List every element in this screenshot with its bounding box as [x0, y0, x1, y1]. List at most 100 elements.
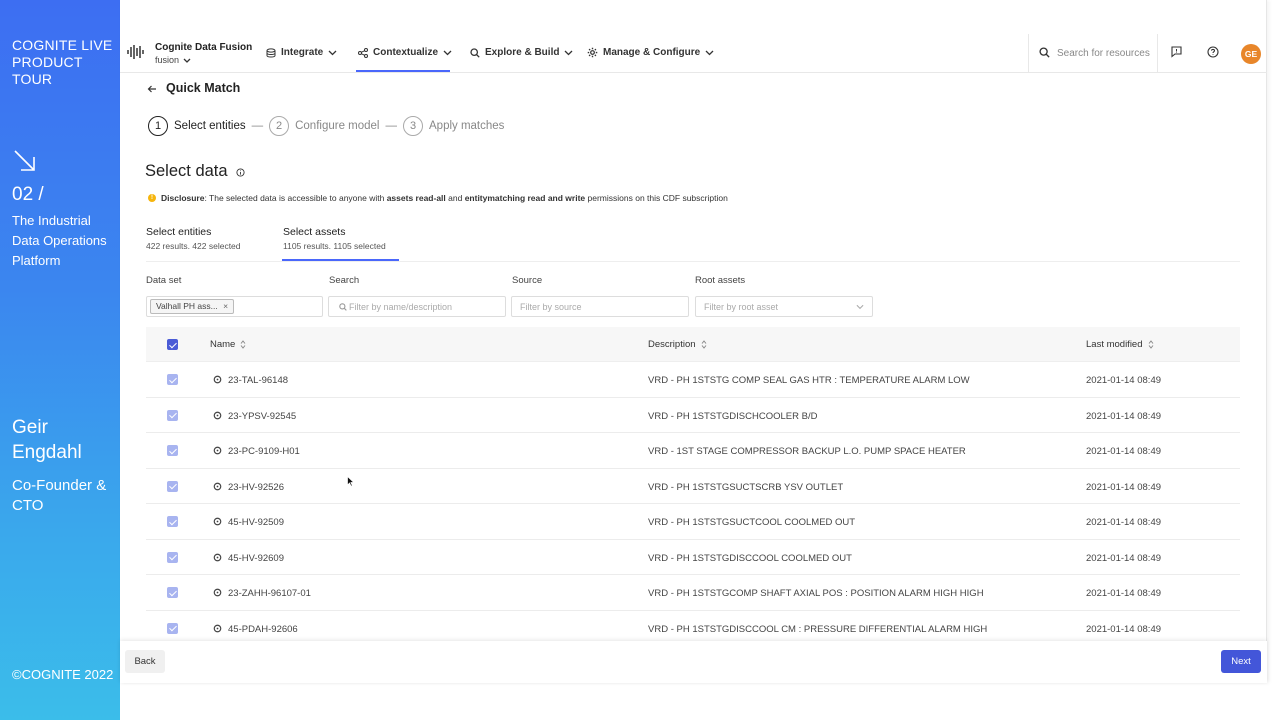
asset-last-modified: 2021-01-14 08:49 — [1086, 623, 1162, 635]
asset-description: VRD - PH 1STSTGSUCTCOOL COOLMED OUT — [648, 517, 856, 528]
table-row[interactable]: 45-HV-92609 VRD - PH 1STSTGDISCCOOL COOLM… — [146, 540, 1240, 575]
asset-icon — [213, 517, 222, 526]
asset-last-modified: 2021-01-14 08:49 — [1086, 446, 1162, 457]
arrow-left-icon[interactable] — [147, 84, 157, 94]
nav-integrate[interactable]: Integrate — [266, 47, 337, 58]
row-checkbox[interactable] — [167, 516, 178, 527]
source-filter-label: Source — [512, 275, 543, 286]
table-row[interactable]: 23-YPSV-92545 VRD - PH 1STSTGDISCHCOOLER … — [146, 398, 1240, 433]
asset-description: VRD - PH 1STSTGSUCTSCRB YSV OUTLET — [648, 481, 844, 493]
asset-description: VRD - PH 1STSTGCOMP SHAFT AXIAL POS : PO… — [648, 588, 984, 599]
asset-last-modified: 2021-01-14 08:49 — [1086, 517, 1162, 528]
name-search-placeholder: Filter by name/description — [349, 302, 453, 312]
tour-side-panel: COGNITE LIVE PRODUCT TOUR 02 / The Indus… — [0, 0, 120, 720]
wizard-footer: Back Next — [120, 641, 1267, 683]
step-label: Select entities — [174, 120, 246, 132]
step-select-entities[interactable]: 1 Select entities — [148, 116, 246, 136]
app-window: Cognite Data Fusion fusion Integrate Con… — [120, 0, 1267, 683]
asset-icon — [213, 482, 222, 490]
tab-divider — [146, 261, 1240, 262]
nav-manage-configure-label: Manage & Configure — [603, 47, 701, 58]
app-name: Cognite Data Fusion — [155, 42, 253, 53]
asset-last-modified: 2021-01-14 08:49 — [1086, 588, 1162, 599]
asset-name: 45-HV-92609 — [228, 552, 284, 564]
table-row[interactable]: 23-ZAHH-96107-01 VRD - PH 1STSTGCOMP SHAF… — [146, 575, 1240, 611]
asset-description: VRD - PH 1STSTGDISCCOOL COOLMED OUT — [648, 552, 852, 564]
back-button[interactable]: Back — [125, 650, 165, 673]
nav-explore-build[interactable]: Explore & Build — [470, 47, 573, 58]
asset-name: 23-ZAHH-96107-01 — [228, 588, 311, 599]
help-icon[interactable] — [1207, 46, 1219, 58]
row-checkbox[interactable] — [167, 409, 178, 421]
database-icon — [266, 47, 276, 57]
section-number: 02 / — [12, 184, 44, 205]
table-row[interactable]: 45-HV-92509 VRD - PH 1STSTGSUCTCOOL COOLM… — [146, 504, 1240, 540]
asset-description: VRD - PH 1STSTG COMP SEAL GAS HTR : TEMP… — [648, 375, 970, 386]
step-label: Apply matches — [429, 120, 505, 132]
nav-manage-configure[interactable]: Manage & Configure — [587, 47, 714, 58]
dataset-chip[interactable]: Valhall PH ass... × — [150, 299, 235, 314]
asset-icon — [213, 411, 222, 419]
table-row[interactable]: 23-PC-9109-H01 VRD - 1ST STAGE COMPRESSOR… — [146, 433, 1240, 469]
asset-name: 23-TAL-96148 — [228, 375, 289, 386]
nav-integrate-label: Integrate — [281, 47, 324, 58]
dataset-filter[interactable]: Valhall PH ass... × — [146, 296, 323, 317]
nav-contextualize-label: Contextualize — [373, 47, 439, 58]
step-number: 3 — [403, 116, 423, 136]
step-number: 2 — [269, 116, 290, 136]
name-search-input[interactable]: Filter by name/description — [328, 296, 506, 317]
copyright: ©COGNITE 2022 — [12, 667, 114, 682]
asset-icon — [213, 375, 222, 384]
remove-chip-icon[interactable]: × — [223, 301, 228, 311]
top-navigation: Cognite Data Fusion fusion Integrate Con… — [120, 34, 1267, 73]
asset-description: VRD - PH 1STSTGDISCCOOL CM : PRESSURE DI… — [648, 623, 988, 635]
gear-icon — [587, 47, 598, 58]
tab-count: 1105 results. 1105 selected — [283, 241, 386, 251]
step-configure-model[interactable]: 2 Configure model — [269, 116, 380, 136]
tab-count: 422 results. 422 selected — [146, 241, 241, 251]
row-checkbox[interactable] — [167, 622, 178, 634]
table-row[interactable]: 23-TAL-96148 VRD - PH 1STSTG COMP SEAL GA… — [146, 362, 1240, 398]
chevron-down-icon — [564, 50, 573, 55]
disclosure-text: Disclosure: The selected data is accessi… — [161, 193, 728, 203]
column-header-description[interactable]: Description — [648, 339, 707, 350]
sort-icon — [240, 340, 246, 349]
dataset-filter-label: Data set — [146, 275, 182, 286]
project-selector[interactable]: fusion — [155, 55, 191, 65]
column-header-name[interactable]: Name — [210, 339, 246, 350]
asset-last-modified: 2021-01-14 08:49 — [1086, 410, 1162, 422]
row-checkbox[interactable] — [167, 587, 178, 598]
root-assets-select[interactable]: Filter by root asset — [695, 296, 873, 317]
source-filter-input[interactable]: Filter by source — [511, 296, 689, 317]
asset-name: 23-YPSV-92545 — [228, 410, 297, 422]
page-title: Quick Match — [166, 81, 241, 95]
search-icon — [1039, 47, 1050, 58]
column-header-last-modified[interactable]: Last modified — [1086, 339, 1154, 350]
sort-icon — [1148, 340, 1153, 349]
row-checkbox[interactable] — [167, 480, 178, 492]
select-all-checkbox[interactable] — [167, 339, 178, 350]
next-button[interactable]: Next — [1221, 650, 1261, 673]
asset-name: 23-PC-9109-H01 — [228, 446, 300, 457]
chevron-down-icon — [856, 304, 864, 310]
section-title: Select data — [145, 162, 228, 180]
user-avatar[interactable]: GE — [1241, 44, 1261, 64]
asset-last-modified: 2021-01-14 08:49 — [1086, 481, 1162, 493]
row-checkbox[interactable] — [167, 551, 178, 563]
tab-select-entities[interactable]: Select entities 422 results. 422 selecte… — [146, 226, 241, 251]
warning-icon: ! — [148, 194, 156, 202]
resource-search[interactable]: Search for resources — [1028, 34, 1158, 72]
step-apply-matches[interactable]: 3 Apply matches — [403, 116, 504, 136]
tab-select-assets[interactable]: Select assets 1105 results. 1105 selecte… — [283, 226, 386, 251]
source-filter-placeholder: Filter by source — [520, 302, 582, 312]
row-checkbox[interactable] — [167, 374, 178, 385]
nav-contextualize[interactable]: Contextualize — [358, 47, 452, 58]
table-row[interactable]: 23-HV-92526 VRD - PH 1STSTGSUCTSCRB YSV O… — [146, 469, 1240, 504]
arrow-down-right-icon — [14, 150, 35, 171]
feedback-icon[interactable] — [1171, 46, 1182, 58]
search-icon — [470, 47, 480, 58]
asset-description: VRD - 1ST STAGE COMPRESSOR BACKUP L.O. P… — [648, 446, 966, 457]
row-checkbox[interactable] — [167, 445, 178, 456]
info-icon[interactable] — [236, 168, 245, 177]
asset-icon — [213, 553, 222, 561]
